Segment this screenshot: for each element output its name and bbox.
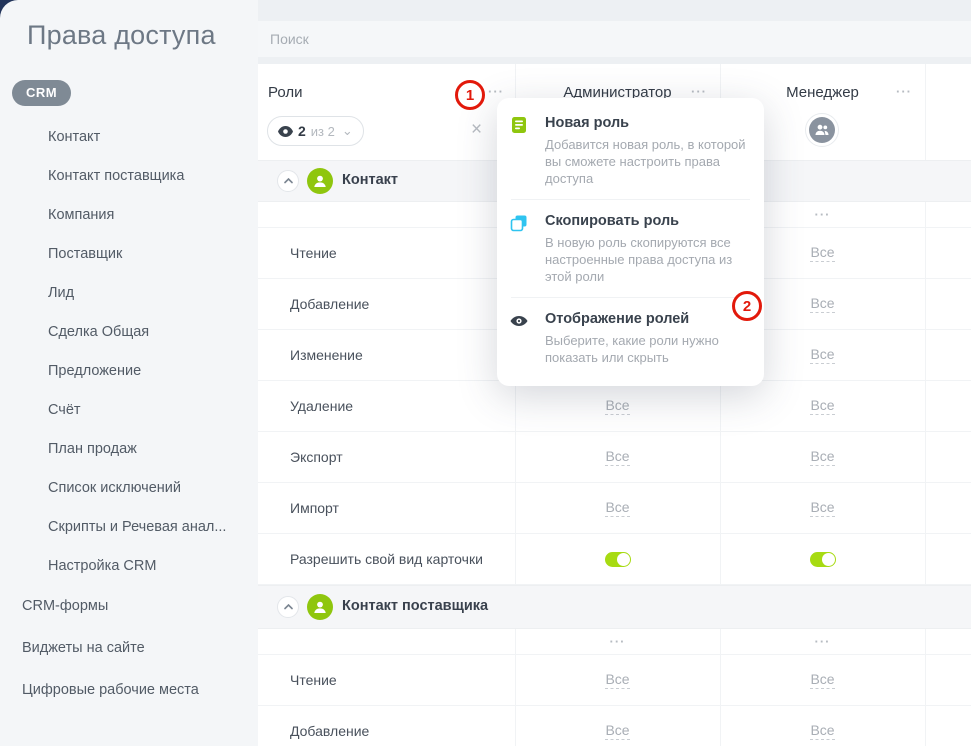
permission-label: Удаление [290,398,353,414]
chevron-down-icon: ⌄ [342,123,353,139]
sidebar-crm-list: Контакт Контакт поставщика Компания Пост… [48,118,226,586]
section-tools-row: ··· ··· [258,629,971,655]
chevron-up-icon[interactable] [277,170,299,192]
sidebar-item-supplier-contact[interactable]: Контакт поставщика [48,157,226,196]
permission-value-link[interactable]: Все [810,244,834,262]
table-row: Импорт Все Все [258,483,971,534]
permission-label: Разрешить свой вид карточки [290,551,483,567]
manager-avatar[interactable] [805,113,839,147]
sidebar-item-deal-general[interactable]: Сделка Общая [48,313,226,352]
menu-item-title: Новая роль [545,115,748,131]
menu-item-description: В новую роль скопируются все настроенные… [545,234,748,285]
roles-filter-pill[interactable]: 2 из 2 ⌄ [267,116,364,146]
sidebar: Права доступа CRM Контакт Контакт постав… [0,0,258,746]
permission-value-link[interactable]: Все [810,295,834,313]
sidebar-item-sales-plan[interactable]: План продаж [48,430,226,469]
permission-label: Чтение [290,672,337,688]
permission-value-link[interactable]: Все [605,722,629,740]
sidebar-item-company[interactable]: Компания [48,196,226,235]
sidebar-item-quote[interactable]: Предложение [48,352,226,391]
toggle-knob [822,553,835,566]
new-role-icon [510,116,528,134]
menu-item-show-roles[interactable]: Отображение ролей Выберите, какие роли н… [497,298,764,378]
sidebar-item-crm-forms[interactable]: CRM-формы [22,585,199,627]
cell-menu-icon[interactable]: ··· [815,634,831,649]
chevron-up-icon[interactable] [277,596,299,618]
sidebar-item-exclusion-list[interactable]: Список исключений [48,469,226,508]
copy-role-icon [510,214,528,232]
sidebar-item-digital-workplaces[interactable]: Цифровые рабочие места [22,669,199,711]
eye-icon [510,312,528,330]
sidebar-item-contact[interactable]: Контакт [48,118,226,157]
annotation-circle-1: 1 [455,80,485,110]
filter-of-label: из 2 [311,124,335,139]
admin-column-menu-icon[interactable]: ··· [691,84,707,99]
section-title: Контакт поставщика [342,598,488,614]
table-row: Разрешить свой вид карточки [258,534,971,585]
sidebar-item-crm-settings[interactable]: Настройка CRM [48,547,226,586]
permission-value-link[interactable]: Все [605,499,629,517]
permission-value-link[interactable]: Все [810,346,834,364]
menu-item-title: Скопировать роль [545,213,748,229]
people-icon [809,117,835,143]
menu-item-description: Выберите, какие роли нужно показать или … [545,332,748,366]
search-input[interactable] [258,21,971,57]
annotation-number: 1 [466,87,474,104]
filter-count: 2 [298,123,306,139]
permission-value-link[interactable]: Все [605,397,629,415]
roles-dropdown-menu: Новая роль Добавится новая роль, в котор… [497,98,764,386]
sidebar-item-site-widgets[interactable]: Виджеты на сайте [22,627,199,669]
toggle-knob [617,553,630,566]
permission-value-link[interactable]: Все [605,671,629,689]
entity-avatar-icon [307,594,333,620]
table-row: Чтение Все Все [258,655,971,706]
eye-icon [278,126,293,137]
menu-item-description: Добавится новая роль, в которой вы сможе… [545,136,748,187]
roles-column-title: Роли [268,84,303,101]
permission-value-link[interactable]: Все [810,397,834,415]
annotation-number: 2 [743,298,751,315]
roles-menu-icon[interactable]: ··· [488,84,504,99]
menu-item-new-role[interactable]: Новая роль Добавится новая роль, в котор… [497,102,764,199]
table-row: Добавление Все Все [258,706,971,746]
sidebar-item-invoice[interactable]: Счёт [48,391,226,430]
toggle-on[interactable] [605,552,631,567]
entity-avatar-icon [307,168,333,194]
section-header-supplier-contact[interactable]: Контакт поставщика [258,585,971,629]
section-title: Контакт [342,172,398,188]
toggle-on[interactable] [810,552,836,567]
sidebar-root-list: CRM-формы Виджеты на сайте Цифровые рабо… [22,585,199,711]
permission-value-link[interactable]: Все [810,722,834,740]
cell-menu-icon[interactable]: ··· [610,634,626,649]
permission-label: Экспорт [290,449,343,465]
page-title: Права доступа [27,20,216,51]
menu-item-title: Отображение ролей [545,311,748,327]
permission-label: Изменение [290,347,363,363]
filter-clear-icon[interactable]: × [471,120,482,139]
annotation-circle-2: 2 [732,291,762,321]
sidebar-item-scripts[interactable]: Скрипты и Речевая анал... [48,508,226,547]
sidebar-item-lead[interactable]: Лид [48,274,226,313]
menu-item-copy-role[interactable]: Скопировать роль В новую роль скопируютс… [497,200,764,297]
permission-label: Импорт [290,500,339,516]
manager-column-menu-icon[interactable]: ··· [896,84,912,99]
search-bar [258,0,971,64]
permission-value-link[interactable]: Все [605,448,629,466]
permission-value-link[interactable]: Все [810,671,834,689]
permission-label: Добавление [290,296,369,312]
table-row: Экспорт Все Все [258,432,971,483]
sidebar-item-supplier[interactable]: Поставщик [48,235,226,274]
permission-label: Добавление [290,723,369,739]
permission-value-link[interactable]: Все [810,499,834,517]
cell-menu-icon[interactable]: ··· [815,207,831,222]
crm-section-badge[interactable]: CRM [12,80,71,106]
permission-label: Чтение [290,245,337,261]
permission-value-link[interactable]: Все [810,448,834,466]
table-row: Удаление Все Все [258,381,971,432]
